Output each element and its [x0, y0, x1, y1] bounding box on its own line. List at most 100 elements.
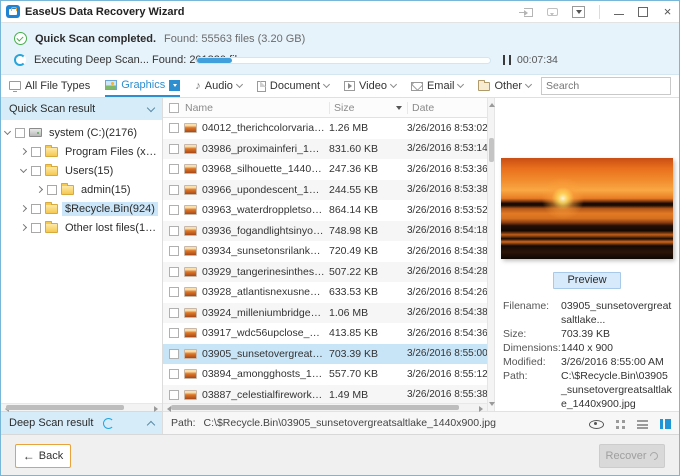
sort-arrow-icon[interactable]: [396, 106, 402, 113]
table-row[interactable]: 03936_fogandlightsinyosemite... 748.98 K…: [163, 221, 487, 242]
column-header-size[interactable]: Size: [329, 102, 407, 114]
table-row[interactable]: 04012_therichcolorvariationsof... 1.26 M…: [163, 118, 487, 139]
row-checkbox[interactable]: [169, 287, 179, 297]
chevron-down-icon: [323, 81, 330, 88]
table-row[interactable]: 03905_sunsetovergreatsaltlake... 703.39 …: [163, 344, 487, 365]
thumbnail-view-icon[interactable]: [616, 420, 625, 429]
close-button[interactable]: ×: [662, 6, 673, 17]
row-checkbox[interactable]: [169, 205, 179, 215]
scroll-right-icon[interactable]: [479, 406, 486, 412]
row-checkbox[interactable]: [169, 123, 179, 133]
deep-scan-result-header[interactable]: Deep Scan result: [1, 411, 162, 434]
row-checkbox[interactable]: [169, 308, 179, 318]
tree-checkbox[interactable]: [15, 128, 25, 138]
filter-other[interactable]: Other: [478, 75, 531, 97]
quick-scan-result-header[interactable]: Quick Scan result: [1, 98, 162, 120]
list-vertical-scrollbar[interactable]: [488, 98, 495, 411]
tree-item[interactable]: Users(15): [1, 161, 162, 180]
tree-expand-icon[interactable]: [20, 166, 27, 173]
scroll-right-icon[interactable]: [154, 406, 161, 412]
row-checkbox[interactable]: [169, 164, 179, 174]
tree-expand-icon[interactable]: [20, 148, 27, 155]
quick-scan-status: Quick Scan completed.: [35, 33, 156, 45]
titlebar-separator: [599, 5, 600, 19]
table-row[interactable]: 03929_tangerinesinthesky_1440... 507.22 …: [163, 262, 487, 283]
capture-icon[interactable]: [524, 8, 533, 17]
column-header-date[interactable]: Date: [407, 102, 487, 114]
tree-expand-icon[interactable]: [36, 186, 43, 193]
tree-node-icon: [45, 147, 58, 157]
eye-preview-icon[interactable]: [589, 420, 604, 429]
column-header-name[interactable]: Name: [163, 102, 329, 114]
row-checkbox[interactable]: [169, 246, 179, 256]
search-input[interactable]: [542, 80, 680, 92]
scroll-left-icon[interactable]: [164, 406, 171, 412]
tree-checkbox[interactable]: [31, 147, 41, 157]
tree-item[interactable]: $Recycle.Bin(924): [1, 199, 162, 218]
list-horizontal-scrollbar[interactable]: [163, 403, 487, 411]
file-type-filter-bar: All File Types Graphics ♪ Audio Document…: [1, 75, 679, 98]
tree-item[interactable]: system (C:)(2176): [1, 123, 162, 142]
tree-item[interactable]: Other lost files(1234): [1, 218, 162, 237]
filter-video[interactable]: Video: [344, 75, 396, 97]
scrollbar-thumb[interactable]: [171, 405, 459, 410]
filter-graphics[interactable]: Graphics: [105, 75, 180, 97]
scroll-down-icon[interactable]: [489, 402, 495, 409]
feedback-icon[interactable]: [547, 8, 558, 16]
row-checkbox[interactable]: [169, 369, 179, 379]
table-row[interactable]: 03968_silhouette_1440x900.jpg 247.36 KB …: [163, 159, 487, 180]
tree-expand-icon[interactable]: [20, 224, 27, 231]
list-and-preview-region: Name Size Date: [163, 98, 679, 434]
minimize-button[interactable]: [614, 6, 624, 17]
tree-checkbox[interactable]: [31, 204, 41, 214]
search-box[interactable]: [541, 77, 671, 95]
table-row[interactable]: 03934_sunsetonsrilanka_1440x... 720.49 K…: [163, 241, 487, 262]
app-logo-icon: [6, 5, 20, 18]
scrollbar-thumb[interactable]: [6, 405, 124, 410]
row-checkbox[interactable]: [169, 185, 179, 195]
table-row[interactable]: 03917_wdc56upclose_1440x90... 413.85 KB …: [163, 323, 487, 344]
tree-horizontal-scrollbar[interactable]: [1, 403, 162, 411]
row-checkbox[interactable]: [169, 267, 179, 277]
filter-document[interactable]: Document: [257, 75, 329, 97]
tree-node-icon: [45, 204, 58, 214]
view-mode-buttons: [589, 418, 671, 429]
row-checkbox[interactable]: [169, 390, 179, 400]
tree-item[interactable]: admin(15): [1, 180, 162, 199]
table-row[interactable]: 03963_waterdroppletsonsunro... 864.14 KB…: [163, 200, 487, 221]
table-row[interactable]: 03966_upondescent_1440x900.... 244.55 KB…: [163, 180, 487, 201]
table-row[interactable]: 03887_celestialfireworks_1440x... 1.49 M…: [163, 385, 487, 404]
tree-checkbox[interactable]: [31, 223, 41, 233]
preview-button[interactable]: Preview: [553, 272, 621, 289]
select-all-checkbox[interactable]: [169, 103, 179, 113]
pause-icon[interactable]: [503, 55, 511, 65]
tree-node-icon: [29, 128, 42, 137]
menu-dropdown-icon[interactable]: [572, 6, 585, 18]
list-view-icon[interactable]: [637, 420, 648, 429]
tree-checkbox[interactable]: [47, 185, 57, 195]
image-file-icon: [184, 123, 197, 133]
table-row[interactable]: 03924_milleniumbridge_1440x9... 1.06 MB …: [163, 303, 487, 324]
maximize-button[interactable]: [638, 7, 648, 17]
detail-view-icon[interactable]: [660, 419, 671, 429]
graphics-dropdown-icon[interactable]: [169, 80, 180, 91]
scroll-up-icon[interactable]: [489, 100, 495, 107]
table-row[interactable]: 03894_amongghosts_1440x900... 557.70 KB …: [163, 364, 487, 385]
table-row[interactable]: 03928_atlantisnexusnebula_144... 633.53 …: [163, 282, 487, 303]
tree-checkbox[interactable]: [31, 166, 41, 176]
tree-expand-icon[interactable]: [4, 128, 11, 135]
recover-button[interactable]: Recover: [599, 444, 665, 468]
scrollbar-thumb[interactable]: [489, 138, 494, 162]
row-checkbox[interactable]: [169, 144, 179, 154]
row-checkbox[interactable]: [169, 226, 179, 236]
filter-email[interactable]: Email: [411, 75, 464, 97]
row-checkbox[interactable]: [169, 349, 179, 359]
back-button[interactable]: ← Back: [15, 444, 71, 468]
list-column-headers: Name Size Date: [163, 98, 487, 118]
table-row[interactable]: 03986_proximainferi_1440x900.... 831.60 …: [163, 139, 487, 160]
filter-audio[interactable]: ♪ Audio: [195, 75, 242, 97]
row-checkbox[interactable]: [169, 328, 179, 338]
filter-all-file-types[interactable]: All File Types: [9, 75, 90, 97]
tree-item[interactable]: Program Files (x86)(3): [1, 142, 162, 161]
tree-expand-icon[interactable]: [20, 205, 27, 212]
